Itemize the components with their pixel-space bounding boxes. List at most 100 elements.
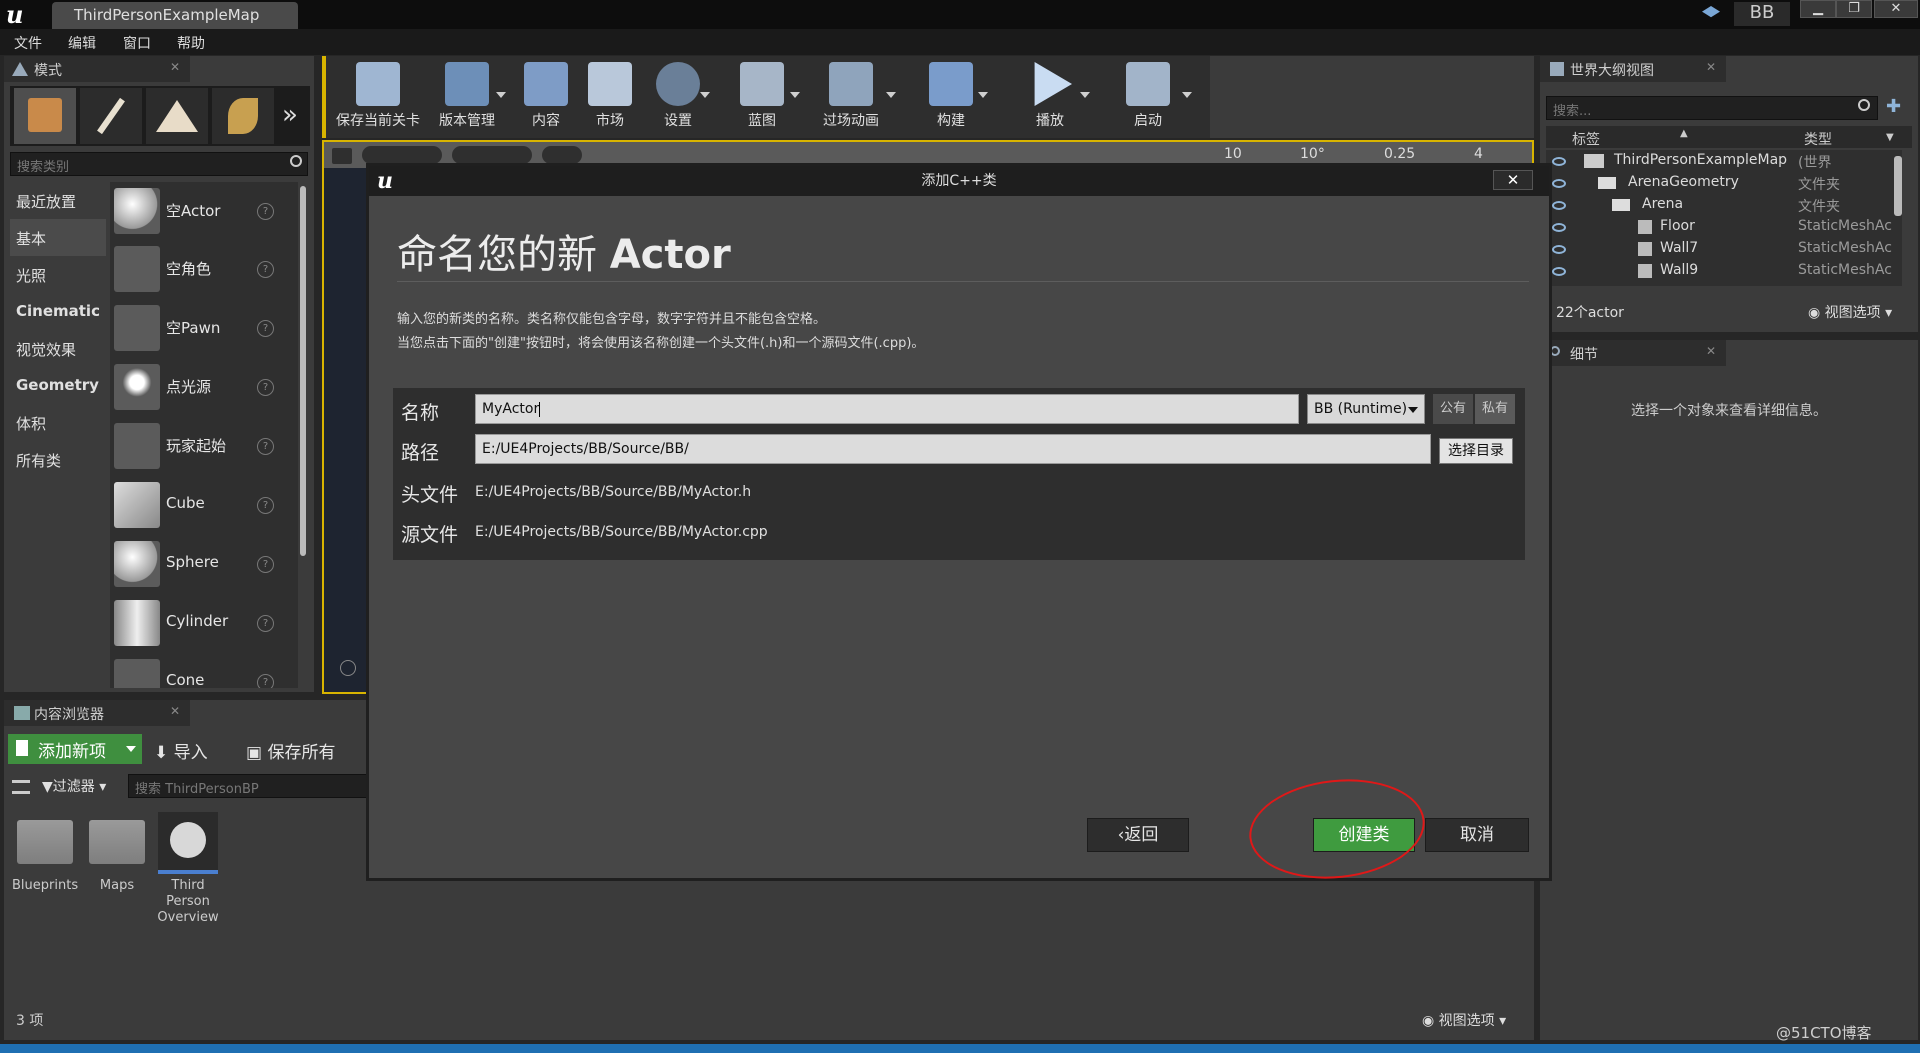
content-search-input[interactable]: 搜索 ThirdPersonBP [128, 774, 370, 798]
scale-snap-value[interactable]: 0.25 [1384, 146, 1415, 162]
close-tab-icon[interactable]: ✕ [1706, 344, 1716, 358]
landscape-mode-icon[interactable] [146, 88, 208, 144]
cinematics-button[interactable]: 过场动画 [808, 58, 896, 134]
minimize-button[interactable]: ▁ [1800, 0, 1836, 18]
lit-button[interactable] [452, 146, 532, 164]
public-toggle[interactable]: 公有 [1433, 394, 1473, 424]
category-cinematic[interactable]: Cinematic [10, 293, 106, 330]
table-row[interactable]: ThirdPersonExampleMap (世界 [1546, 150, 1902, 172]
outliner-scrollbar-thumb[interactable] [1894, 156, 1902, 216]
visibility-eye-icon[interactable] [1552, 157, 1566, 166]
save-all-button[interactable]: ▣ 保存所有 [246, 738, 335, 763]
cancel-button[interactable]: 取消 [1425, 818, 1529, 852]
help-icon[interactable]: ? [257, 674, 274, 688]
category-geometry[interactable]: Geometry [10, 367, 106, 404]
private-toggle[interactable]: 私有 [1475, 394, 1515, 424]
blueprints-button[interactable]: 蓝图 [726, 58, 800, 134]
menu-help[interactable]: 帮助 [177, 33, 205, 53]
category-all-classes[interactable]: 所有类 [10, 441, 106, 478]
help-icon[interactable]: ? [257, 261, 274, 278]
close-tab-icon[interactable]: ✕ [1706, 60, 1716, 74]
choose-directory-button[interactable]: 选择目录 [1439, 438, 1513, 464]
add-actor-icon[interactable]: ✚ [1886, 96, 1906, 118]
chevron-down-icon[interactable] [790, 92, 800, 98]
table-row[interactable]: Arena 文件夹 [1546, 194, 1902, 216]
help-icon[interactable]: ? [257, 438, 274, 455]
table-row[interactable]: Wall9 StaticMeshAc [1546, 260, 1902, 282]
table-row[interactable]: Floor StaticMeshAc [1546, 216, 1902, 238]
visibility-eye-icon[interactable] [1552, 201, 1566, 210]
help-icon[interactable]: ? [257, 379, 274, 396]
foliage-mode-icon[interactable] [212, 88, 274, 144]
source-control-button[interactable]: 版本管理 [430, 58, 506, 134]
help-icon[interactable]: ? [257, 320, 274, 337]
outliner-view-options-button[interactable]: ◉ 视图选项 ▾ [1808, 302, 1892, 322]
viewport-help-icon[interactable] [340, 660, 356, 676]
add-new-button[interactable]: 添加新项 [8, 734, 142, 764]
mode-item-cone[interactable]: Cone? [110, 653, 296, 688]
outliner-search-input[interactable]: 搜索... [1546, 96, 1878, 120]
sources-toggle-icon[interactable] [12, 780, 30, 794]
category-lights[interactable]: 光照 [10, 256, 106, 293]
place-mode-icon[interactable] [14, 88, 76, 144]
column-label[interactable]: 标签 [1572, 129, 1600, 149]
table-row[interactable]: ArenaGeometry 文件夹 [1546, 172, 1902, 194]
graduation-cap-icon[interactable] [1702, 6, 1720, 18]
search-icon[interactable] [290, 155, 302, 167]
details-tab[interactable]: 细节 ✕ [1540, 340, 1726, 366]
menu-edit[interactable]: 编辑 [68, 33, 96, 53]
search-icon[interactable] [1858, 99, 1870, 111]
back-button[interactable]: ‹返回 [1087, 818, 1189, 852]
column-type[interactable]: 类型 [1804, 129, 1832, 149]
maximize-button[interactable]: ❐ [1836, 0, 1872, 18]
paint-mode-icon[interactable] [80, 88, 142, 144]
mode-item-cylinder[interactable]: Cylinder? [110, 594, 296, 652]
grid-snap-value[interactable]: 10 [1224, 146, 1242, 162]
chevron-down-icon[interactable] [1080, 92, 1090, 98]
marketplace-button[interactable]: 市场 [580, 58, 640, 134]
category-basic[interactable]: 基本 [10, 219, 106, 256]
import-button[interactable]: ⬇ 导入 [154, 738, 208, 763]
level-tab[interactable]: ThirdPersonExampleMap [52, 2, 298, 29]
visibility-eye-icon[interactable] [1552, 245, 1566, 254]
close-dialog-button[interactable]: ✕ [1493, 170, 1533, 190]
content-button[interactable]: 内容 [516, 58, 576, 134]
menu-window[interactable]: 窗口 [123, 33, 151, 53]
asset-third-person-overview[interactable]: Third Person Overview [154, 812, 222, 936]
path-input[interactable]: E:/UE4Projects/BB/Source/BB/ [475, 434, 1431, 464]
help-icon[interactable]: ? [257, 203, 274, 220]
content-browser-tab[interactable]: 内容浏览器 ✕ [4, 700, 190, 726]
asset-blueprints[interactable]: Blueprints [12, 812, 78, 912]
close-tab-icon[interactable]: ✕ [170, 704, 180, 718]
category-recent[interactable]: 最近放置 [10, 182, 106, 219]
chevron-down-icon[interactable] [978, 92, 988, 98]
perspective-button[interactable] [362, 146, 442, 164]
show-button[interactable] [542, 146, 582, 164]
mode-item-empty-pawn[interactable]: 空Pawn? [110, 299, 296, 357]
close-window-button[interactable]: ✕ [1874, 0, 1918, 18]
mode-list-scrollbar[interactable] [300, 186, 306, 556]
build-button[interactable]: 构建 [916, 58, 988, 134]
help-icon[interactable]: ? [257, 556, 274, 573]
class-name-input[interactable]: MyActor [475, 394, 1299, 424]
mode-item-point-light[interactable]: 点光源? [110, 358, 296, 416]
chevron-down-icon[interactable] [700, 92, 710, 98]
viewport-options-button[interactable] [332, 148, 352, 164]
settings-button[interactable]: 设置 [648, 58, 710, 134]
chevron-down-icon[interactable] [886, 92, 896, 98]
save-level-button[interactable]: 保存当前关卡 [332, 58, 424, 134]
world-outliner-tab[interactable]: 世界大纲视图 ✕ [1540, 56, 1726, 82]
rotation-snap-value[interactable]: 10° [1300, 146, 1325, 162]
visibility-eye-icon[interactable] [1552, 267, 1566, 276]
asset-maps[interactable]: Maps [84, 812, 150, 912]
mode-item-cube[interactable]: Cube? [110, 476, 296, 534]
chevron-down-icon[interactable]: ▼ [1886, 132, 1894, 143]
filters-button[interactable]: ▼过滤器 ▾ [42, 776, 106, 796]
chevron-down-icon[interactable] [496, 92, 506, 98]
menu-file[interactable]: 文件 [14, 33, 42, 53]
mode-item-player-start[interactable]: 玩家起始? [110, 417, 296, 475]
content-view-options-button[interactable]: ◉ 视图选项 ▾ [1422, 1010, 1506, 1030]
visibility-eye-icon[interactable] [1552, 179, 1566, 188]
camera-speed-value[interactable]: 4 [1474, 146, 1483, 162]
launch-button[interactable]: 启动 [1106, 58, 1192, 134]
